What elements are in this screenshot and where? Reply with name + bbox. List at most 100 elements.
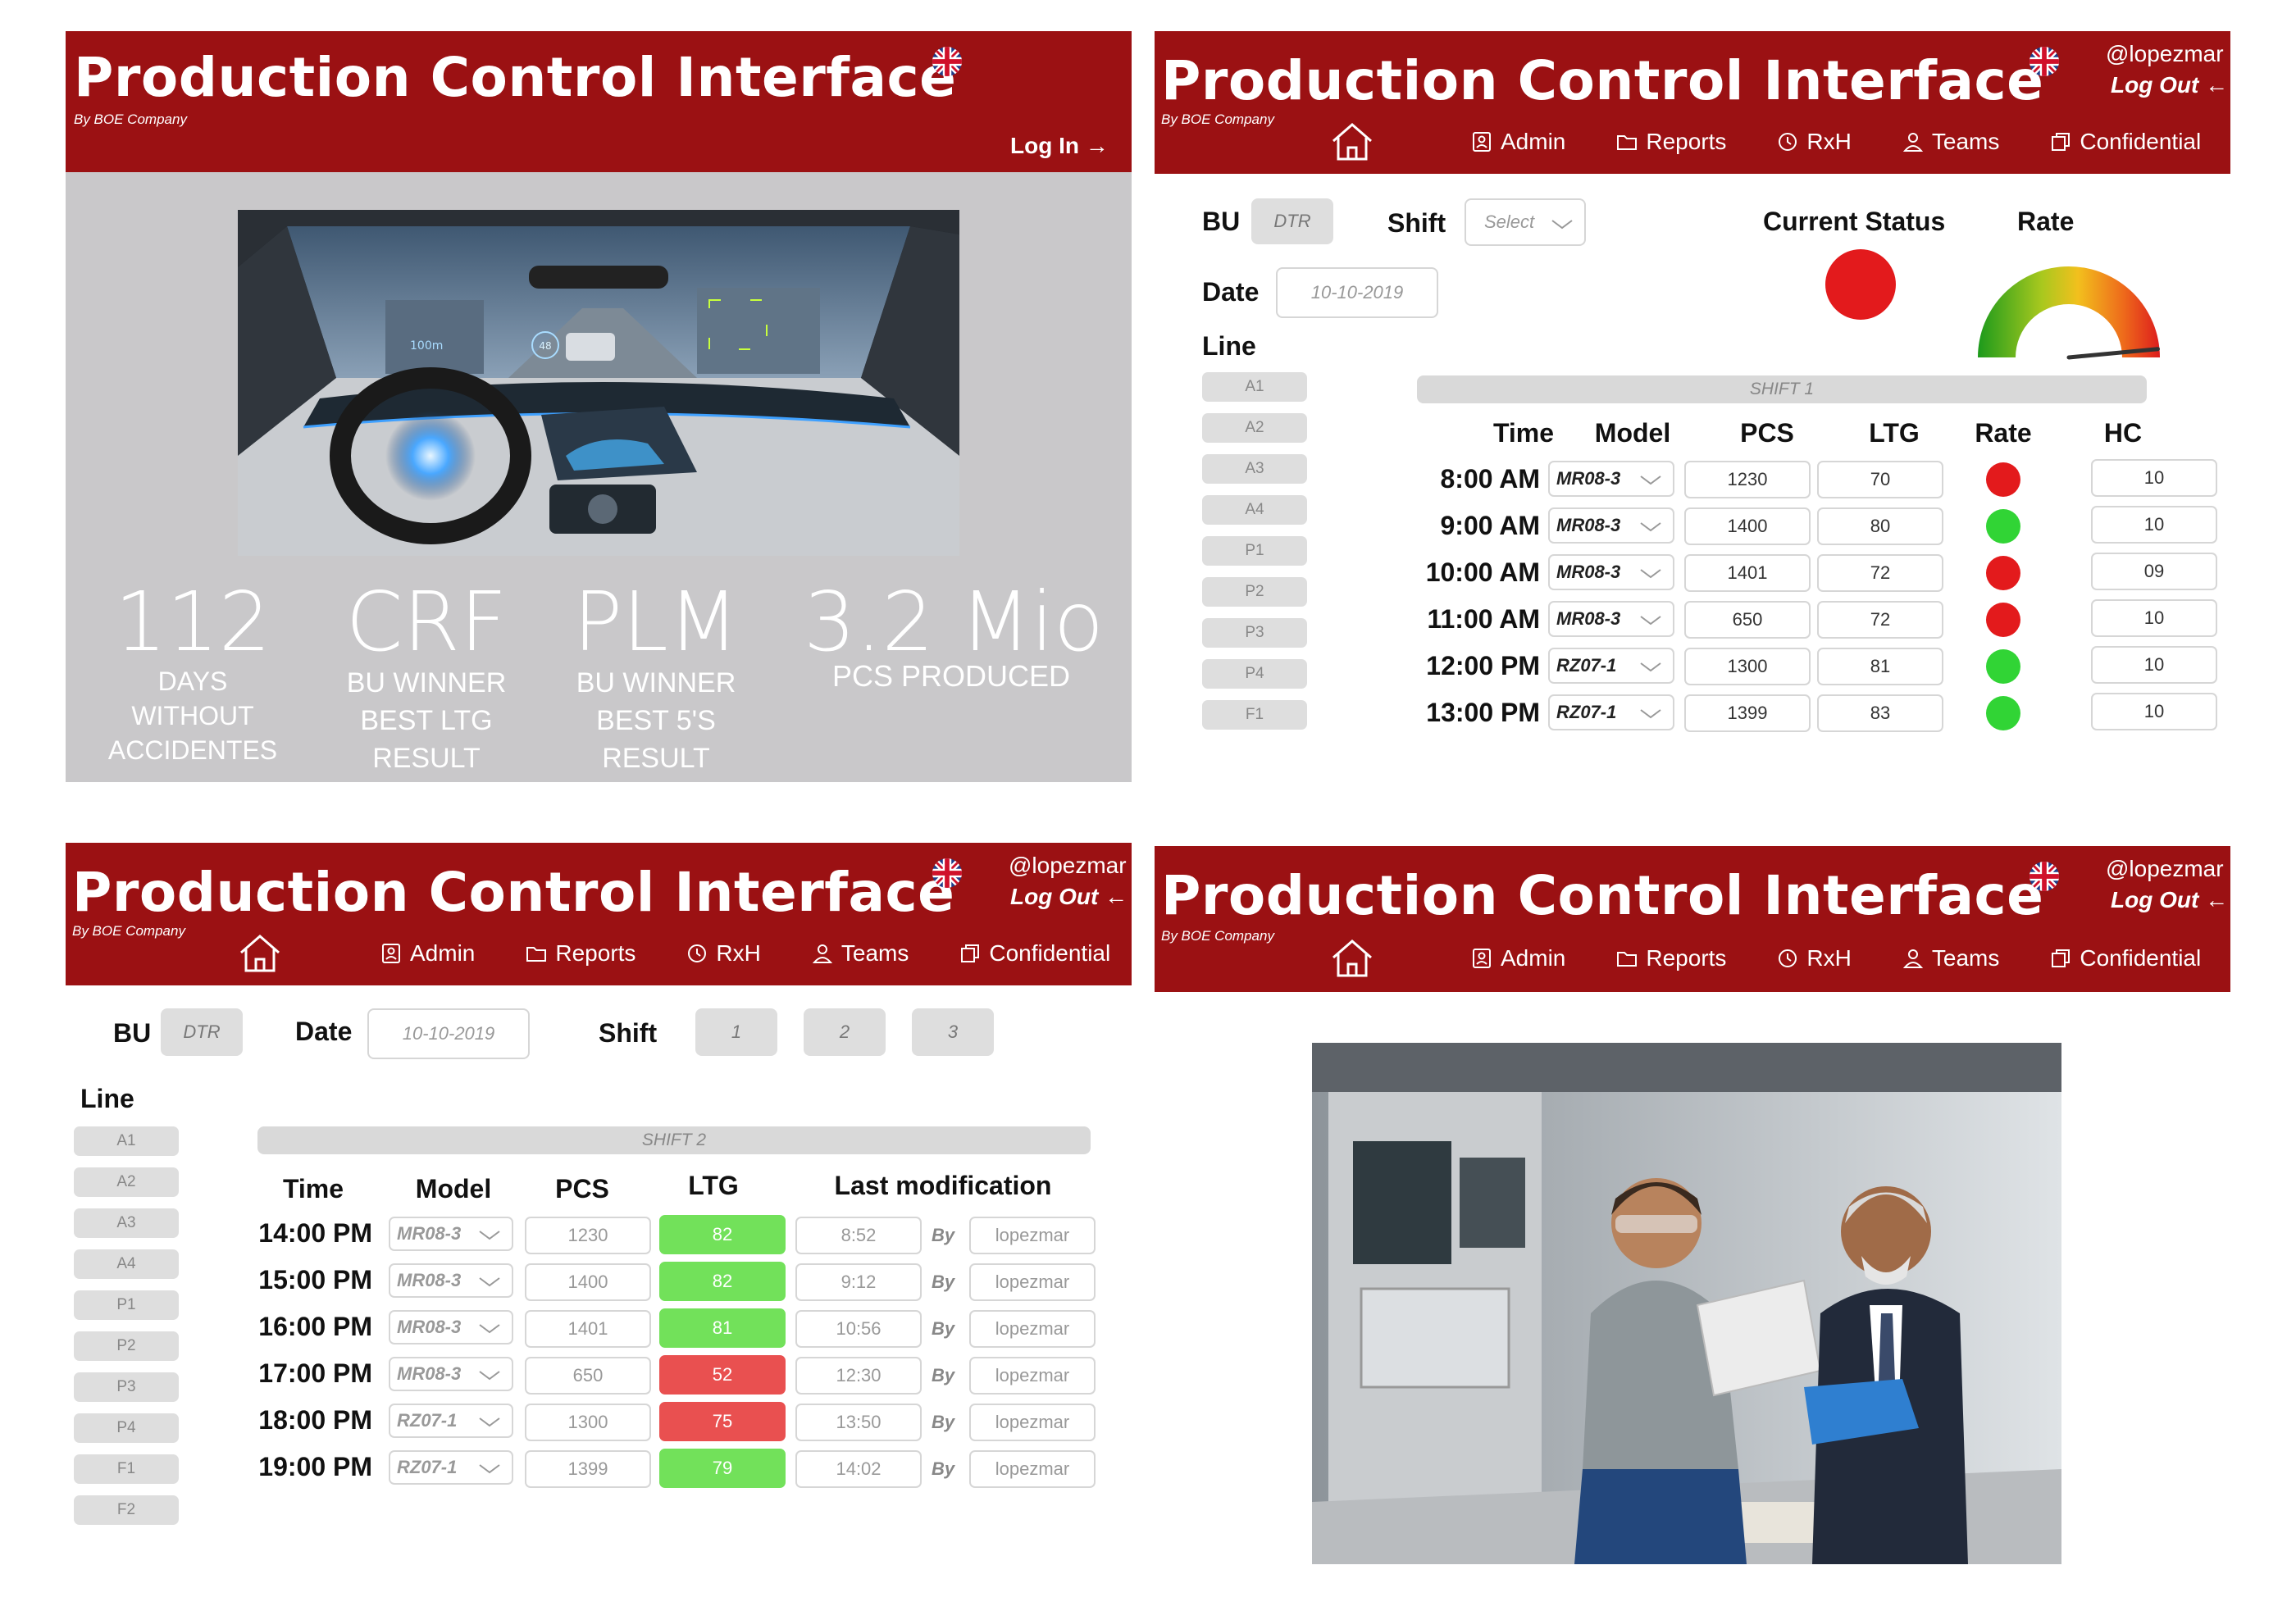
logout-button[interactable]: Log Out ← (1010, 884, 1128, 910)
hc-input[interactable]: 10 (2091, 599, 2217, 637)
line-button-a3[interactable]: A3 (1202, 454, 1307, 484)
nav-teams[interactable]: Teams (812, 940, 909, 967)
line-button-p2[interactable]: P2 (74, 1331, 179, 1361)
line-button-a1[interactable]: A1 (74, 1126, 179, 1156)
model-select[interactable]: MR08-3 (389, 1310, 513, 1344)
line-button-f1[interactable]: F1 (74, 1454, 179, 1484)
uk-flag-icon[interactable] (932, 858, 963, 889)
ltg-input[interactable]: 81 (659, 1308, 786, 1348)
nav-confidential[interactable]: Confidential (2050, 945, 2201, 971)
model-select[interactable]: MR08-3 (389, 1217, 513, 1251)
model-select[interactable]: MR08-3 (1548, 507, 1674, 544)
pcs-input[interactable]: 1399 (525, 1450, 651, 1488)
line-button-a2[interactable]: A2 (1202, 413, 1307, 443)
line-button-p2[interactable]: P2 (1202, 577, 1307, 607)
ltg-input[interactable]: 79 (659, 1449, 786, 1488)
ltg-input[interactable]: 75 (659, 1402, 786, 1441)
line-button-p4[interactable]: P4 (74, 1413, 179, 1443)
nav-teams[interactable]: Teams (1902, 129, 1999, 155)
shift-option-1[interactable]: 1 (695, 1008, 777, 1056)
pcs-input[interactable]: 1401 (1684, 554, 1811, 592)
ltg-input[interactable]: 83 (1817, 694, 1943, 732)
uk-flag-icon[interactable] (932, 46, 963, 77)
home-button[interactable] (238, 933, 282, 974)
nav-admin[interactable]: Admin (1471, 945, 1565, 971)
model-select[interactable]: MR08-3 (1548, 461, 1674, 497)
model-select[interactable]: MR08-3 (389, 1357, 513, 1391)
pcs-input[interactable]: 1300 (1684, 648, 1811, 685)
pcs-input[interactable]: 1400 (1684, 507, 1811, 545)
nav-rxh[interactable]: RxH (1777, 945, 1852, 971)
line-button-f2[interactable]: F2 (74, 1495, 179, 1525)
model-select[interactable]: RZ07-1 (1548, 648, 1674, 684)
hc-input[interactable]: 10 (2091, 506, 2217, 544)
date-input[interactable]: 10-10-2019 (367, 1008, 530, 1059)
hc-input[interactable]: 09 (2091, 553, 2217, 590)
pcs-input[interactable]: 1230 (1684, 461, 1811, 498)
line-button-a4[interactable]: A4 (74, 1249, 179, 1279)
nav-admin[interactable]: Admin (380, 940, 475, 967)
shift-option-3[interactable]: 3 (912, 1008, 994, 1056)
ltg-input[interactable]: 70 (1817, 461, 1943, 498)
line-button-a4[interactable]: A4 (1202, 495, 1307, 525)
hc-input[interactable]: 10 (2091, 459, 2217, 497)
ltg-input[interactable]: 72 (1817, 554, 1943, 592)
nav-reports[interactable]: Reports (1616, 945, 1726, 971)
line-button-p3[interactable]: P3 (1202, 618, 1307, 648)
hc-input[interactable]: 10 (2091, 646, 2217, 684)
date-input[interactable]: 10-10-2019 (1276, 267, 1438, 318)
nav-rxh[interactable]: RxH (1777, 129, 1852, 155)
shift-select[interactable]: Select (1465, 198, 1586, 246)
line-button-a3[interactable]: A3 (74, 1208, 179, 1238)
uk-flag-icon[interactable] (2029, 861, 2060, 892)
nav-confidential[interactable]: Confidential (2050, 129, 2201, 155)
line-button-f1[interactable]: F1 (1202, 700, 1307, 730)
line-button-a1[interactable]: A1 (1202, 372, 1307, 402)
model-select[interactable]: RZ07-1 (1548, 694, 1674, 730)
login-button[interactable]: Log In → (1010, 133, 1109, 159)
uk-flag-icon[interactable] (2029, 46, 2060, 77)
line-button-p1[interactable]: P1 (1202, 536, 1307, 566)
ltg-input[interactable]: 52 (659, 1355, 786, 1395)
arrow-left-icon: ← (1105, 884, 1128, 909)
model-select[interactable]: MR08-3 (389, 1263, 513, 1298)
model-select[interactable]: MR08-3 (1548, 601, 1674, 637)
line-button-p1[interactable]: P1 (74, 1290, 179, 1320)
ltg-input[interactable]: 80 (1817, 507, 1943, 545)
logout-button[interactable]: Log Out ← (2111, 72, 2228, 98)
bu-value[interactable]: DTR (1251, 198, 1333, 244)
pcs-input[interactable]: 1401 (525, 1310, 651, 1348)
pcs-input[interactable]: 1230 (525, 1217, 651, 1254)
shift-option-2[interactable]: 2 (804, 1008, 886, 1056)
nav-rxh[interactable]: RxH (686, 940, 761, 967)
bu-value[interactable]: DTR (161, 1008, 243, 1056)
ltg-input[interactable]: 82 (659, 1262, 786, 1301)
ltg-input[interactable]: 82 (659, 1215, 786, 1254)
model-select[interactable]: RZ07-1 (389, 1450, 513, 1485)
rate-indicator (1986, 556, 2020, 590)
ltg-input[interactable]: 72 (1817, 601, 1943, 639)
line-button-p3[interactable]: P3 (74, 1372, 179, 1402)
line-button-a2[interactable]: A2 (74, 1167, 179, 1197)
hc-input[interactable]: 10 (2091, 693, 2217, 730)
stat-caption-line: BU WINNER (576, 667, 736, 698)
dashboard-shift2-screen: Production Control Interface By BOE Comp… (66, 843, 1132, 1581)
model-select[interactable]: RZ07-1 (389, 1404, 513, 1438)
pcs-input[interactable]: 650 (1684, 601, 1811, 639)
ltg-input[interactable]: 81 (1817, 648, 1943, 685)
model-select[interactable]: MR08-3 (1548, 554, 1674, 590)
pcs-input[interactable]: 1399 (1684, 694, 1811, 732)
home-button[interactable] (1330, 938, 1374, 979)
nav-teams[interactable]: Teams (1902, 945, 1999, 971)
nav-reports[interactable]: Reports (1616, 129, 1726, 155)
pcs-input[interactable]: 1300 (525, 1404, 651, 1441)
home-button[interactable] (1330, 121, 1374, 162)
nav-admin[interactable]: Admin (1471, 129, 1565, 155)
line-button-p4[interactable]: P4 (1202, 659, 1307, 689)
model-select-value: MR08-3 (397, 1270, 462, 1290)
logout-button[interactable]: Log Out ← (2111, 887, 2228, 913)
pcs-input[interactable]: 650 (525, 1357, 651, 1395)
nav-reports[interactable]: Reports (526, 940, 636, 967)
nav-confidential[interactable]: Confidential (959, 940, 1110, 967)
pcs-input[interactable]: 1400 (525, 1263, 651, 1301)
